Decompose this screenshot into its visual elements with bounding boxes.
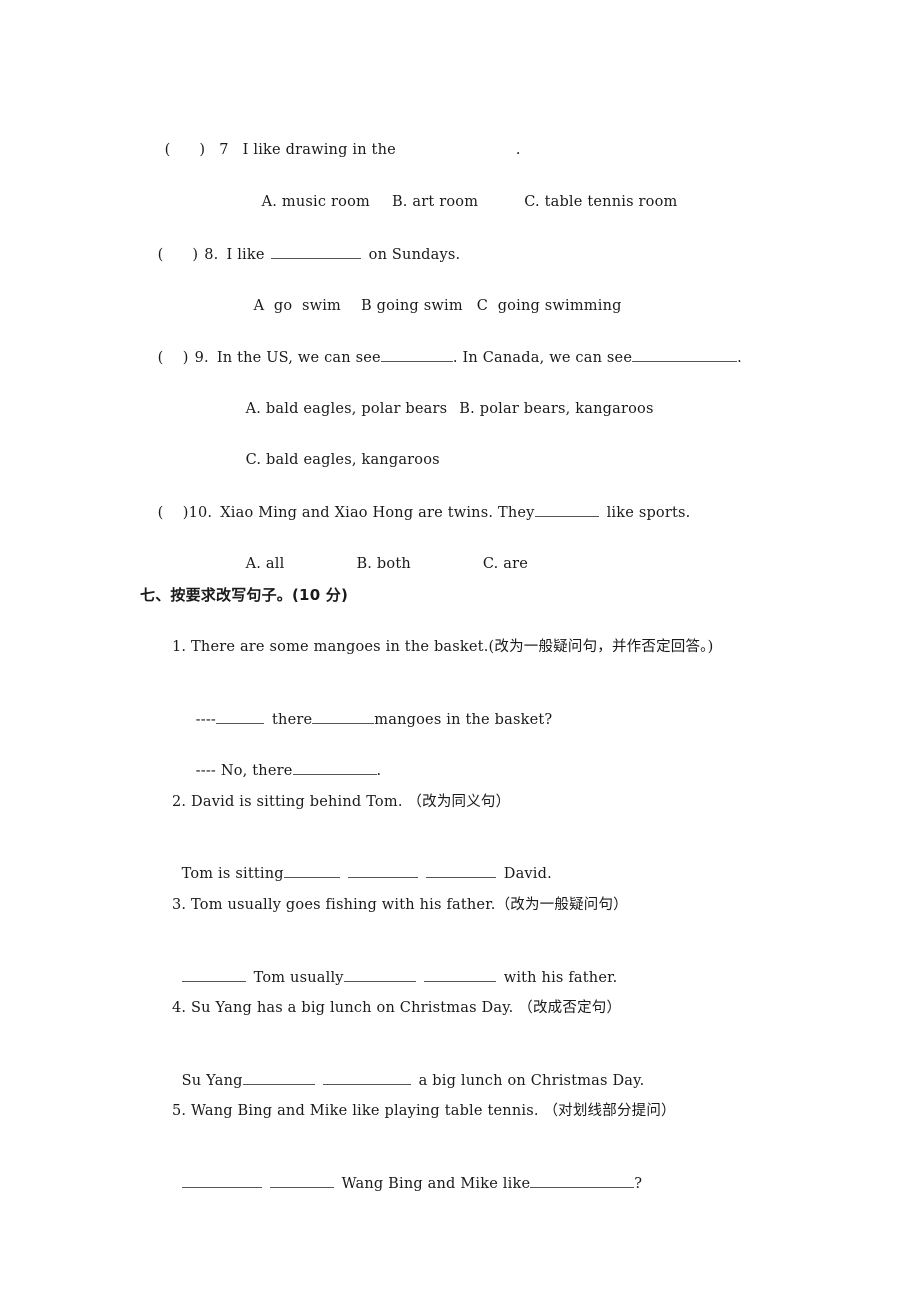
answer-paren[interactable]: ( ) [165, 142, 206, 158]
rewrite-item-3-prompt: 3. Tom usually goes fishing with his fat… [172, 897, 628, 913]
question-9-options-row2: C. bald eagles, kangaroos [236, 430, 440, 470]
rewrite-item-1-answer-reply: ---- No, there. [186, 740, 382, 781]
blank[interactable] [283, 863, 340, 878]
answer-paren[interactable]: ( ) [158, 350, 189, 366]
blank[interactable] [312, 709, 375, 724]
option-b[interactable]: B. polar bears, kangaroos [459, 401, 653, 417]
answer-text: Su Yang [181, 1073, 243, 1089]
answer-paren[interactable]: ( ) [158, 505, 189, 521]
question-number: 8. [204, 247, 219, 263]
question-number: 10. [188, 505, 213, 521]
question-8: ( ) 8. I like on Sundays. [148, 224, 460, 265]
question-stem-end: . [515, 142, 521, 158]
blank[interactable] [181, 967, 246, 982]
question-stem-mid: . In Canada, we can see [452, 350, 633, 366]
answer-text: there [272, 712, 313, 728]
question-9: ( ) 9. In the US, we can see . In Canada, w… [148, 327, 742, 368]
question-8-options: A go swim B going swim C going swimming [244, 276, 622, 316]
question-7-options: A. music room B. art room C. table tennis … [252, 172, 678, 212]
blank[interactable] [181, 1173, 262, 1188]
rewrite-item-3-answer: Tom usually with his father. [172, 947, 617, 988]
blank[interactable] [425, 863, 496, 878]
blank[interactable] [632, 347, 738, 362]
blank[interactable] [530, 1173, 635, 1188]
rewrite-item-5-answer: Wang Bing and Mike like? [172, 1153, 642, 1194]
question-number: 7 [219, 142, 229, 158]
option-a[interactable]: A. bald eagles, polar bears [246, 401, 448, 417]
answer-text-end: mangoes in the basket? [374, 712, 553, 728]
question-9-options-row1: A. bald eagles, polar bears B. polar bear… [236, 379, 654, 419]
answer-text-end: a big lunch on Christmas Day. [418, 1073, 645, 1089]
blank[interactable] [270, 244, 361, 259]
question-stem: I like [226, 247, 265, 263]
question-stem: In the US, we can see [216, 350, 381, 366]
blank[interactable] [269, 1173, 334, 1188]
option-a[interactable]: A go swim [254, 298, 341, 314]
rewrite-item-5-prompt: 5. Wang Bing and Mike like playing table… [172, 1103, 676, 1119]
blank[interactable] [322, 1070, 411, 1085]
option-b[interactable]: B. art room [392, 194, 478, 210]
option-c[interactable]: C. table tennis room [524, 194, 677, 210]
option-b[interactable]: B going swim [361, 298, 463, 314]
blank[interactable] [380, 347, 453, 362]
blank[interactable] [534, 502, 599, 517]
blank[interactable] [423, 967, 496, 982]
answer-text-end: ? [634, 1176, 643, 1192]
blank[interactable] [216, 709, 265, 724]
dash-prefix: ---- [195, 712, 217, 728]
rewrite-item-2-answer: Tom is sitting David. [172, 843, 552, 884]
answer-text-end: with his father. [503, 970, 618, 986]
option-a[interactable]: A. all [246, 556, 285, 572]
answer-paren[interactable]: ( ) [158, 247, 199, 263]
answer-text: Tom usually [253, 970, 344, 986]
rewrite-item-1-answer-question: ---- there mangoes in the basket? [186, 689, 553, 730]
option-b[interactable]: B. both [356, 556, 410, 572]
answer-text: Tom is sitting [181, 866, 284, 882]
answer-text: ---- No, there [195, 763, 293, 779]
rewrite-item-2-prompt: 2. David is sitting behind Tom. （改为同义句） [172, 794, 511, 810]
question-number: 9. [194, 350, 209, 366]
section-heading: 七、按要求改写句子。(10 分) [140, 586, 349, 604]
blank[interactable] [242, 1070, 315, 1085]
question-stem-end: . [737, 350, 742, 366]
answer-text-end: . [376, 763, 382, 779]
question-stem-end: on Sundays. [368, 247, 461, 263]
question-stem: Xiao Ming and Xiao Hong are twins. They [220, 505, 535, 521]
rewrite-item-4-answer: Su Yang a big lunch on Christmas Day. [172, 1050, 645, 1091]
answer-text: Wang Bing and Mike like [341, 1176, 531, 1192]
option-c[interactable]: C. bald eagles, kangaroos [246, 452, 440, 468]
rewrite-item-4-prompt: 4. Su Yang has a big lunch on Christmas … [172, 1000, 622, 1016]
option-c[interactable]: C going swimming [477, 298, 622, 314]
question-10: ( )10. Xiao Ming and Xiao Hong are twins.… [148, 482, 691, 523]
answer-text-end: David. [503, 866, 552, 882]
option-c[interactable]: C. are [483, 556, 528, 572]
blank[interactable] [343, 967, 416, 982]
question-7: ( ) 7 I like drawing in the. [155, 120, 521, 160]
blank[interactable] [347, 863, 418, 878]
question-stem-end: like sports. [606, 505, 691, 521]
option-a[interactable]: A. music room [262, 194, 370, 210]
rewrite-item-1-prompt: 1. There are some mangoes in the basket.… [172, 639, 714, 655]
question-10-options: A. all B. both C. are [236, 534, 528, 574]
question-stem: I like drawing in the [242, 142, 396, 158]
blank[interactable] [292, 760, 377, 775]
